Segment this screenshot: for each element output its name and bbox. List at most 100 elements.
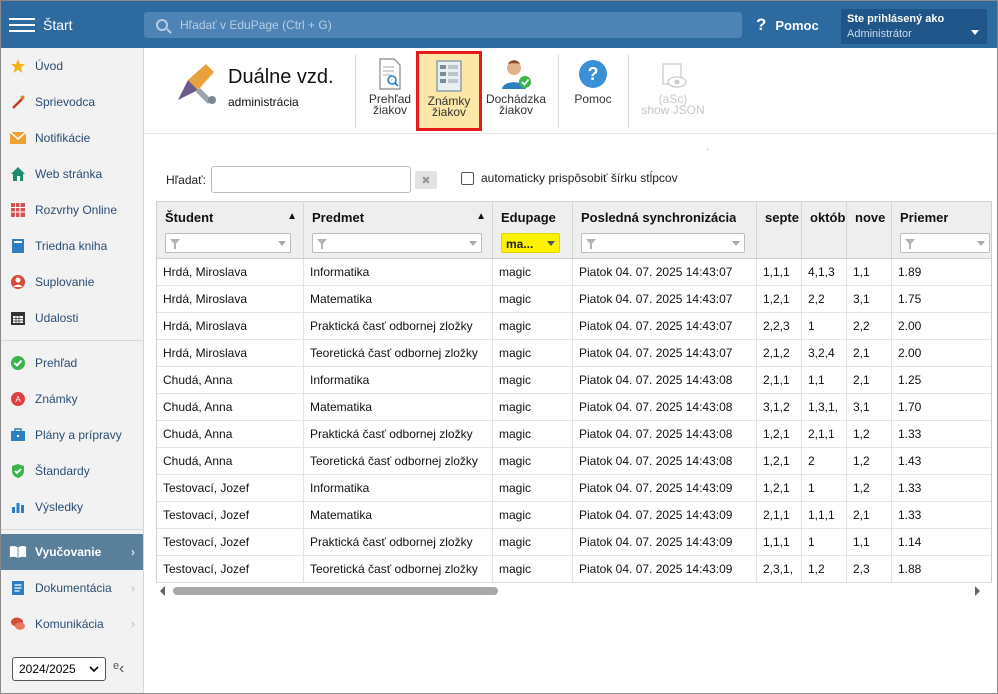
table-row[interactable]: Hrdá, Miroslava Matematika magic Piatok 04.…: [157, 286, 991, 313]
dropdown-arrow-icon: [732, 241, 740, 246]
house-icon: [9, 165, 27, 183]
cell-nov: 1,2: [847, 448, 892, 475]
table-row[interactable]: Testovací, Jozef Informatika magic Piatok 0…: [157, 475, 991, 502]
column-filter-priemer[interactable]: [900, 233, 990, 253]
cell-edupage: magic: [493, 286, 573, 313]
cell-student: Hrdá, Miroslava: [157, 313, 304, 340]
table-row[interactable]: Chudá, Anna Praktická časť odbornej zložk…: [157, 421, 991, 448]
table-row[interactable]: Chudá, Anna Teoretická časť odbornej zlož…: [157, 448, 991, 475]
sidebar-item-notifikacie[interactable]: Notifikácie: [1, 120, 143, 156]
sidebar-item-znamky[interactable]: A Známky: [1, 381, 143, 417]
horizontal-scrollbar[interactable]: [156, 582, 992, 598]
column-header-september[interactable]: septe: [757, 202, 802, 259]
cell-nov: 1,2: [847, 421, 892, 448]
search-label: Hľadať:: [166, 173, 207, 187]
school-year-select[interactable]: 2024/2025: [12, 657, 106, 681]
shield-check-icon: [9, 462, 27, 480]
start-label[interactable]: Štart: [43, 17, 143, 33]
column-filter-predmet[interactable]: [312, 233, 482, 253]
column-header-november[interactable]: nove: [847, 202, 892, 259]
column-header-priemer[interactable]: Priemer: [892, 202, 991, 259]
column-title: októb: [810, 210, 846, 225]
cell-sep: 1,2,1: [757, 286, 802, 313]
sidebar-item-label: Udalosti: [35, 311, 79, 325]
cell-sync: Piatok 04. 07. 2025 14:43:08: [573, 421, 757, 448]
funnel-icon: [905, 239, 915, 249]
scroll-right-icon[interactable]: [975, 586, 980, 596]
column-filter-student[interactable]: [165, 233, 291, 253]
column-header-sync[interactable]: Posledná synchronizácia: [573, 202, 757, 259]
sidebar-item-standardy[interactable]: Štandardy: [1, 453, 143, 489]
cell-edupage: magic: [493, 556, 573, 583]
cell-sep: 2,2,3: [757, 313, 802, 340]
dochadzka-ziakov-button[interactable]: Dochádzka žiakov: [484, 54, 548, 128]
autofit-checkbox-row[interactable]: automaticky prispôsobiť šírku stĺpcov: [461, 171, 678, 185]
autofit-checkbox[interactable]: [461, 171, 474, 185]
cell-edupage: magic: [493, 529, 573, 556]
json-eye-icon: [637, 54, 709, 90]
sidebar-item-dokumentacia[interactable]: Dokumentácia ›: [1, 570, 143, 606]
grid-search-input[interactable]: [211, 166, 411, 193]
table-row[interactable]: Testovací, Jozef Praktická časť odbornej …: [157, 529, 991, 556]
sidebar-separator: [1, 340, 143, 341]
show-json-button[interactable]: (aSc) show JSON: [637, 54, 709, 128]
funnel-icon: [586, 239, 596, 249]
sidebar-item-udalosti[interactable]: Udalosti: [1, 300, 143, 336]
user-menu[interactable]: Ste prihlásený ako Administrátor: [841, 9, 987, 44]
column-header-october[interactable]: októb: [802, 202, 847, 259]
scrollbar-thumb[interactable]: [173, 587, 498, 595]
sidebar-item-sprievodca[interactable]: Sprievodca: [1, 84, 143, 120]
prehlad-ziakov-button[interactable]: Prehľad žiakov: [365, 54, 415, 128]
search-placeholder: Hľadať v EduPage (Ctrl + G): [180, 18, 332, 32]
sidebar-item-label: Web stránka: [35, 167, 103, 181]
column-header-student[interactable]: Študent ▲: [157, 202, 304, 259]
global-search-input[interactable]: Hľadať v EduPage (Ctrl + G): [144, 12, 742, 38]
table-row[interactable]: Hrdá, Miroslava Informatika magic Piatok 04…: [157, 259, 991, 286]
button-label-line2: žiakov: [498, 103, 533, 117]
table-row[interactable]: Hrdá, Miroslava Teoretická časť odbornej …: [157, 340, 991, 367]
cell-sep: 2,1,2: [757, 340, 802, 367]
autofit-label: automaticky prispôsobiť šírku stĺpcov: [481, 171, 678, 185]
cell-average: 1.25: [898, 373, 922, 387]
table-row[interactable]: Chudá, Anna Matematika magic Piatok 04. 07.…: [157, 394, 991, 421]
sidebar-item-web[interactable]: Web stránka: [1, 156, 143, 192]
column-header-predmet[interactable]: Predmet ▲: [304, 202, 493, 259]
toolbar-separator: [628, 54, 629, 128]
column-header-edupage[interactable]: Edupage ma...: [493, 202, 573, 259]
cell-subject: Praktická časť odbornej zložky: [304, 529, 493, 556]
cell-student: Testovací, Jozef: [157, 502, 304, 529]
sidebar-item-vyucovanie[interactable]: Vyučovanie ›: [1, 534, 143, 570]
cell-sync: Piatok 04. 07. 2025 14:43:07: [573, 259, 757, 286]
column-filter-sync[interactable]: [581, 233, 745, 253]
cell-subject: Matematika: [304, 394, 493, 421]
sidebar-item-label: Prehľad: [35, 356, 78, 370]
sidebar-item-komunikacia[interactable]: Komunikácia ›: [1, 606, 143, 642]
cell-edupage: magic: [493, 502, 573, 529]
sidebar-item-plany[interactable]: Plány a prípravy: [1, 417, 143, 453]
clear-search-button[interactable]: ✖: [415, 171, 437, 189]
sidebar-item-vysledky[interactable]: Výsledky: [1, 489, 143, 525]
sidebar-item-label: Úvod: [35, 59, 64, 73]
scroll-left-icon[interactable]: [160, 586, 165, 596]
cell-subject: Matematika: [304, 286, 493, 313]
cell-nov: 2,1: [847, 340, 892, 367]
cell-student: Chudá, Anna: [157, 394, 304, 421]
table-row[interactable]: Testovací, Jozef Teoretická časť odbornej…: [157, 556, 991, 583]
table-row[interactable]: Chudá, Anna Informatika magic Piatok 04. 07…: [157, 367, 991, 394]
sidebar-item-rozvrhy[interactable]: Rozvrhy Online: [1, 192, 143, 228]
znamky-ziakov-button[interactable]: Známky žiakov: [416, 51, 482, 131]
hamburger-menu-icon[interactable]: [9, 15, 35, 35]
column-filter-edupage[interactable]: ma...: [501, 233, 560, 253]
star-icon: [9, 57, 27, 75]
sidebar-item-prehlad[interactable]: Prehľad: [1, 345, 143, 381]
table-row[interactable]: Hrdá, Miroslava Praktická časť odbornej z…: [157, 313, 991, 340]
help-button[interactable]: ? Pomoc: [756, 15, 819, 35]
sidebar-item-uvod[interactable]: Úvod: [1, 48, 143, 84]
collapse-sidebar-icon[interactable]: ‹: [119, 660, 124, 678]
sidebar-item-suplovanie[interactable]: Suplovanie: [1, 264, 143, 300]
toolbar-separator: [558, 54, 559, 128]
table-row[interactable]: Testovací, Jozef Matematika magic Piatok 04…: [157, 502, 991, 529]
cell-subject: Informatika: [304, 475, 493, 502]
sidebar-item-triedna-kniha[interactable]: Triedna kniha: [1, 228, 143, 264]
pomoc-button[interactable]: ? Pomoc: [569, 54, 617, 128]
